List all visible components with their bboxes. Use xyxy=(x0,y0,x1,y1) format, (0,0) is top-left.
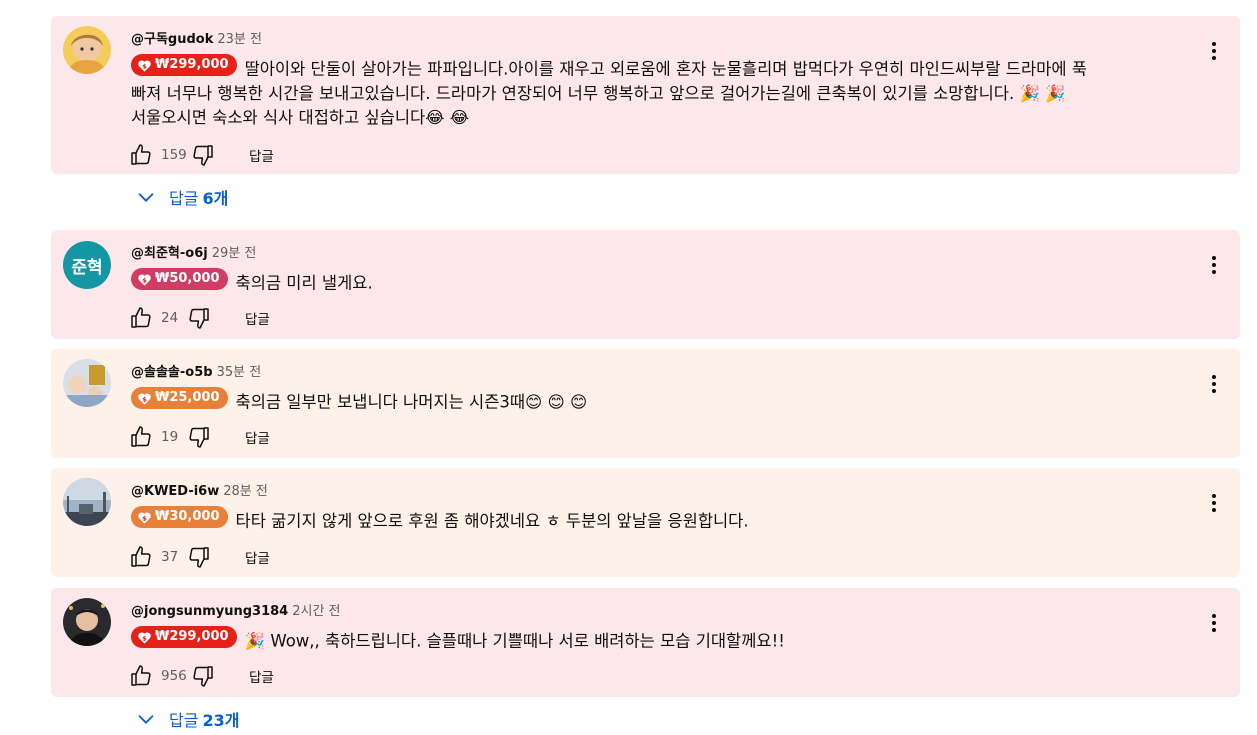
heart-dollar-icon xyxy=(137,272,152,287)
comment-header: @jongsunmyung3184 2시간 전 xyxy=(131,600,341,619)
replies-count: 23개 xyxy=(202,711,240,730)
comment-line: 축의금 미리 낼게요. xyxy=(235,273,373,293)
super-chat-chip: ₩30,000 xyxy=(131,506,228,528)
comment-card: 준혁 @최준혁-o6j 29분 전 ₩50,000 축의금 미리 낼게요. 24 답… xyxy=(51,230,1240,339)
comment-actions: 159 답글 xyxy=(129,143,274,167)
heart-dollar-icon xyxy=(137,630,152,645)
thumb-down-icon[interactable] xyxy=(191,143,215,167)
author-handle[interactable]: @솔솔솔-o5b xyxy=(131,365,213,380)
more-vert-icon[interactable] xyxy=(1202,39,1226,63)
comment-actions: 24 답글 xyxy=(129,306,270,330)
comment-actions: 956 답글 xyxy=(129,664,274,688)
avatar[interactable] xyxy=(63,598,111,646)
comment-text: ₩50,000 축의금 미리 낼게요. xyxy=(131,268,1200,296)
comment-line: 서울오시면 숙소와 식사 대접하고 싶습니다😂 😂 xyxy=(131,107,470,127)
thumb-down-icon[interactable] xyxy=(187,425,211,449)
reply-button[interactable]: 답글 xyxy=(249,666,274,686)
comment-text: ₩30,000 타타 굶기지 않게 앞으로 후원 좀 해야겠네요 ㅎ 두분의 앞날… xyxy=(131,506,1200,534)
avatar[interactable] xyxy=(63,359,111,407)
thumb-up-icon[interactable] xyxy=(129,143,153,167)
comment-header: @솔솔솔-o5b 35분 전 xyxy=(131,361,261,380)
heart-dollar-icon xyxy=(137,391,152,406)
avatar[interactable] xyxy=(63,478,111,526)
comment-line: 🎉 Wow,, 축하드립니다. 슬플때나 기쁠때나 서로 배려하는 모습 기대할… xyxy=(244,631,785,651)
author-handle[interactable]: @jongsunmyung3184 xyxy=(131,604,288,619)
more-vert-icon[interactable] xyxy=(1202,253,1226,277)
more-vert-icon[interactable] xyxy=(1202,372,1226,396)
comment-header: @KWED-i6w 28분 전 xyxy=(131,480,268,499)
comment-line: 타타 굶기지 않게 앞으로 후원 좀 해야겠네요 ㅎ 두분의 앞날을 응원합니다… xyxy=(235,511,749,531)
avatar[interactable]: 준혁 xyxy=(63,241,111,289)
reply-button[interactable]: 답글 xyxy=(249,145,274,165)
thumb-up-icon[interactable] xyxy=(129,545,153,569)
thumb-down-icon[interactable] xyxy=(191,664,215,688)
super-chat-chip: ₩25,000 xyxy=(131,387,228,409)
view-replies-button[interactable]: 답글 23개 xyxy=(135,707,239,731)
comment-text: ₩25,000 축의금 일부만 보냅니다 나머지는 시즌3때😊 😊 😊 xyxy=(131,387,1200,415)
replies-label: 답글 xyxy=(169,711,199,730)
timestamp[interactable]: 35분 전 xyxy=(217,365,262,380)
more-vert-icon[interactable] xyxy=(1202,491,1226,515)
view-replies-button[interactable]: 답글 6개 xyxy=(135,185,228,209)
comment-card: @KWED-i6w 28분 전 ₩30,000 타타 굶기지 않게 앞으로 후원 좀… xyxy=(51,468,1240,577)
thumb-down-icon[interactable] xyxy=(187,545,211,569)
reply-button[interactable]: 답글 xyxy=(245,547,270,567)
heart-dollar-icon xyxy=(137,58,152,73)
thumb-up-icon[interactable] xyxy=(129,306,153,330)
chevron-down-icon xyxy=(135,708,157,730)
author-handle[interactable]: @최준혁-o6j xyxy=(131,246,208,261)
comment-header: @구독gudok 23분 전 xyxy=(131,28,262,47)
avatar[interactable] xyxy=(63,26,111,74)
reply-button[interactable]: 답글 xyxy=(245,308,270,328)
replies-label: 답글 xyxy=(169,189,199,208)
comment-header: @최준혁-o6j 29분 전 xyxy=(131,242,256,261)
timestamp[interactable]: 2시간 전 xyxy=(292,604,340,619)
chevron-down-icon xyxy=(135,186,157,208)
comment-line: 축의금 일부만 보냅니다 나머지는 시즌3때😊 😊 😊 xyxy=(235,392,588,412)
author-handle[interactable]: @구독gudok xyxy=(131,32,213,47)
comment-text: ₩299,000 딸아이와 단둘이 살아가는 파파입니다.아이를 재우고 외로움에… xyxy=(131,54,1200,130)
thumb-down-icon[interactable] xyxy=(187,306,211,330)
timestamp[interactable]: 28분 전 xyxy=(223,484,268,499)
chip-amount: ₩50,000 xyxy=(155,271,220,286)
chip-amount: ₩30,000 xyxy=(155,509,220,524)
comment-line: 빠져 너무나 행복한 시간을 보내고있습니다. 드라마가 연장되어 너무 행복하… xyxy=(131,83,1066,103)
comment-text: ₩299,000 🎉 Wow,, 축하드립니다. 슬플때나 기쁠때나 서로 배려하… xyxy=(131,626,1200,654)
timestamp[interactable]: 23분 전 xyxy=(217,32,262,47)
timestamp[interactable]: 29분 전 xyxy=(212,246,257,261)
heart-dollar-icon xyxy=(137,510,152,525)
comment-card: @구독gudok 23분 전 ₩299,000 딸아이와 단둘이 살아가는 파파입니… xyxy=(51,16,1240,174)
replies-count: 6개 xyxy=(202,189,229,208)
thumb-up-icon[interactable] xyxy=(129,664,153,688)
comment-line: 딸아이와 단둘이 살아가는 파파입니다.아이를 재우고 외로움에 혼자 눈물흘리… xyxy=(244,59,1087,79)
chip-amount: ₩299,000 xyxy=(155,57,229,72)
super-chat-chip: ₩50,000 xyxy=(131,268,228,290)
comment-actions: 37 답글 xyxy=(129,545,270,569)
comment-card: @솔솔솔-o5b 35분 전 ₩25,000 축의금 일부만 보냅니다 나머지는 시… xyxy=(51,349,1240,458)
super-chat-chip: ₩299,000 xyxy=(131,626,237,648)
super-chat-chip: ₩299,000 xyxy=(131,54,237,76)
thumb-up-icon[interactable] xyxy=(129,425,153,449)
avatar-initials: 준혁 xyxy=(71,257,103,278)
more-vert-icon[interactable] xyxy=(1202,611,1226,635)
author-handle[interactable]: @KWED-i6w xyxy=(131,484,219,499)
comment-card: @jongsunmyung3184 2시간 전 ₩299,000 🎉 Wow,, 축… xyxy=(51,588,1240,697)
comment-actions: 19 답글 xyxy=(129,425,270,449)
reply-button[interactable]: 답글 xyxy=(245,427,270,447)
chip-amount: ₩299,000 xyxy=(155,629,229,644)
chip-amount: ₩25,000 xyxy=(155,390,220,405)
